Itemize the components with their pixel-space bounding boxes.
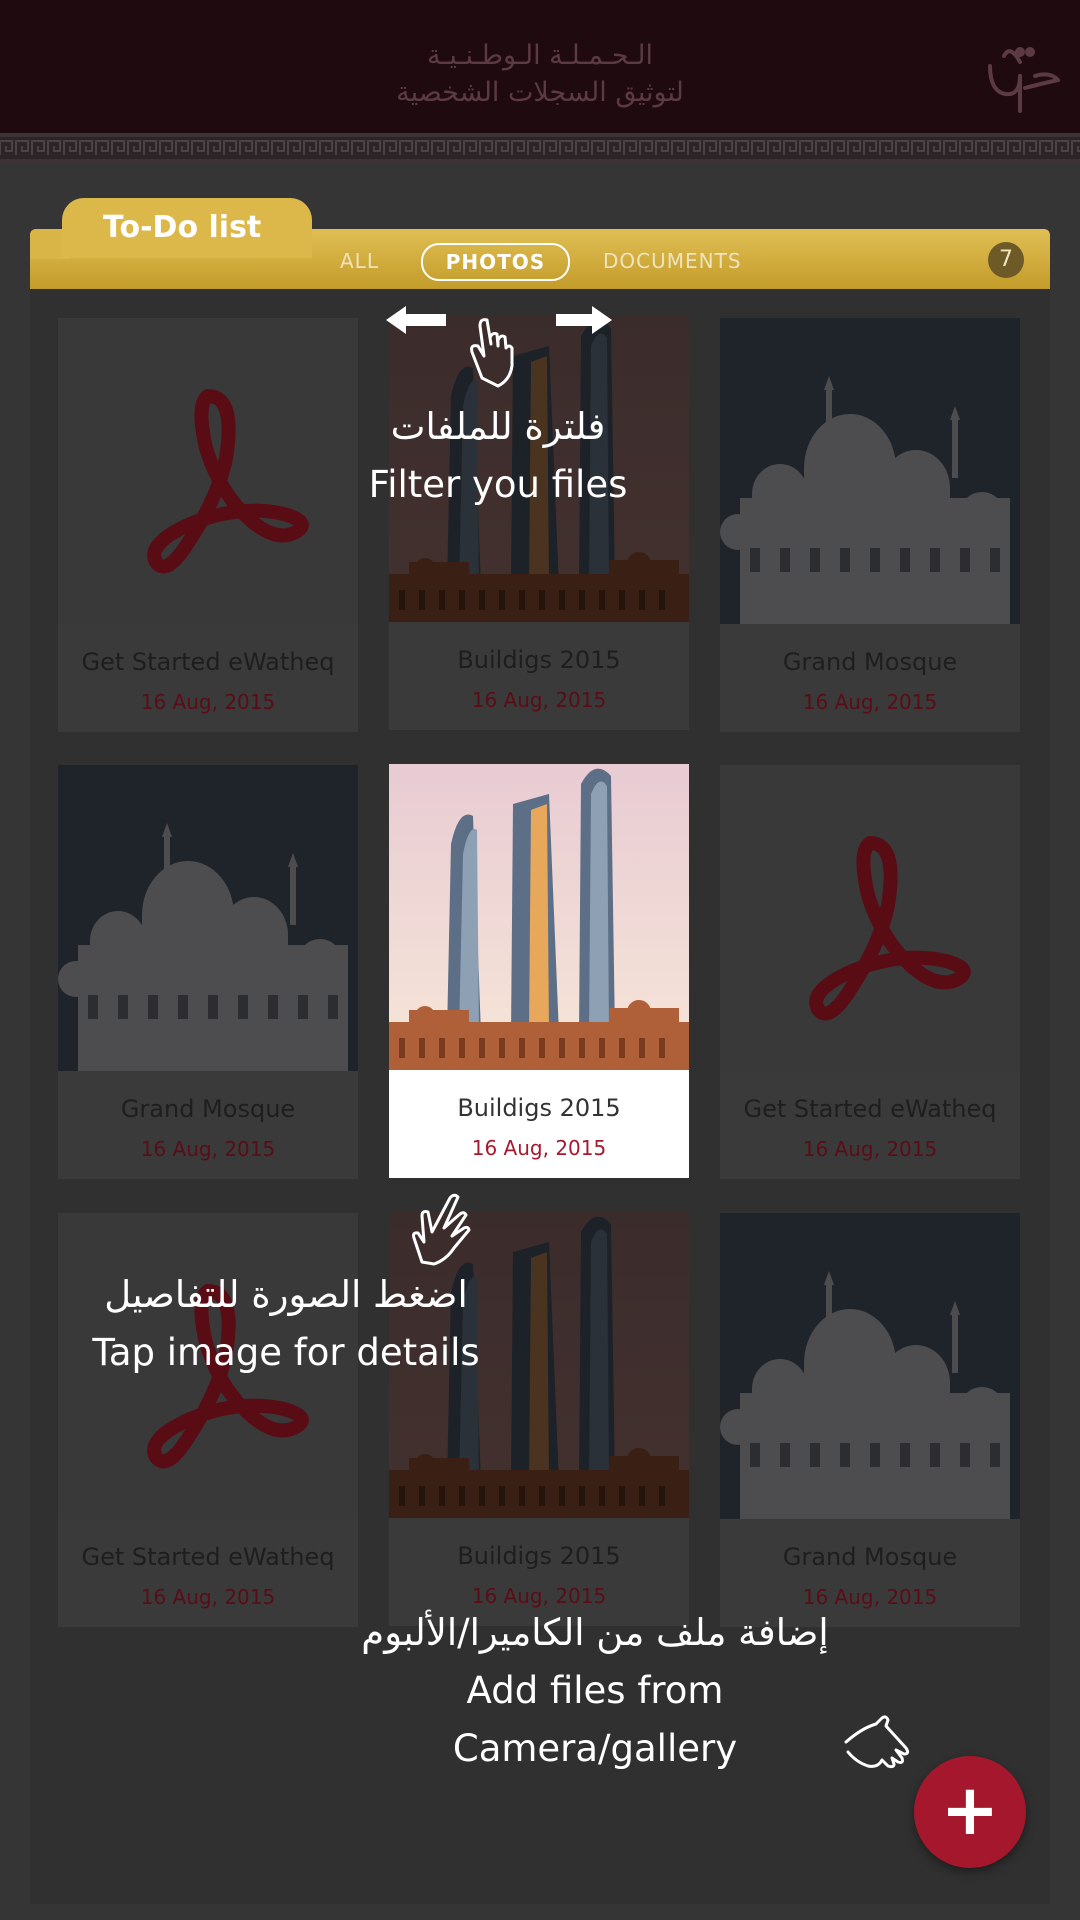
file-card[interactable]: Grand Mosque 16 Aug, 2015 xyxy=(720,1213,1020,1627)
photo-thumbnail xyxy=(389,764,689,1070)
card-thumbnail[interactable] xyxy=(58,318,358,624)
pdf-icon xyxy=(809,836,971,1021)
file-card[interactable]: Grand Mosque 16 Aug, 2015 xyxy=(720,318,1020,732)
add-file-button[interactable]: + xyxy=(914,1756,1026,1868)
card-date: 16 Aug, 2015 xyxy=(802,690,938,714)
header-pattern-border xyxy=(0,133,1080,163)
hint-tap-en: Tap image for details xyxy=(92,1331,480,1374)
card-title: Grand Mosque xyxy=(782,648,958,676)
file-card[interactable]: Buildigs 2015 16 Aug, 2015 xyxy=(389,764,689,1178)
filter-all[interactable]: ALL xyxy=(340,244,379,278)
pdf-icon xyxy=(147,389,309,574)
hint-tap: اضغط الصورة للتفاصيل Tap image for detai… xyxy=(86,1266,486,1382)
hint-tap-ar: اضغط الصورة للتفاصيل xyxy=(104,1273,468,1316)
swipe-arrows-icon xyxy=(386,306,612,388)
photo-thumbnail xyxy=(720,1213,1020,1519)
hint-add-ar: إضافة ملف من الكاميرا/الألبوم xyxy=(361,1611,829,1654)
card-title: Buildigs 2015 xyxy=(457,646,621,674)
card-date: 16 Aug, 2015 xyxy=(802,1137,938,1161)
hint-filter-en: Filter you files xyxy=(368,463,628,506)
card-title: Buildigs 2015 xyxy=(457,1094,621,1122)
card-thumbnail[interactable] xyxy=(720,765,1020,1071)
card-date: 16 Aug, 2015 xyxy=(471,1136,607,1160)
point-hand-icon xyxy=(844,1715,910,1769)
hint-filter-ar: فلترة للملفات xyxy=(390,405,606,448)
card-date: 16 Aug, 2015 xyxy=(140,1585,276,1609)
filter-photos[interactable]: PHOTOS xyxy=(421,243,570,281)
card-title: Get Started eWatheq xyxy=(743,1095,997,1123)
card-title: Grand Mosque xyxy=(120,1095,296,1123)
card-title: Get Started eWatheq xyxy=(81,1543,335,1571)
file-card[interactable]: Get Started eWatheq 16 Aug, 2015 xyxy=(58,318,358,732)
file-card[interactable]: Get Started eWatheq 16 Aug, 2015 xyxy=(720,765,1020,1179)
header-title-line1: الـحـمـلـة الـوطـنـيـة xyxy=(427,40,653,71)
card-thumbnail[interactable] xyxy=(720,1213,1020,1519)
card-thumbnail[interactable] xyxy=(389,764,689,1070)
card-title: Grand Mosque xyxy=(782,1543,958,1571)
filter-documents[interactable]: DOCUMENTS xyxy=(603,244,742,278)
todo-list-title: To-Do list xyxy=(103,210,262,245)
card-thumbnail[interactable] xyxy=(720,318,1020,624)
card-thumbnail[interactable] xyxy=(58,765,358,1071)
card-date: 16 Aug, 2015 xyxy=(140,690,276,714)
hint-add-en: Add files from Camera/gallery xyxy=(452,1669,738,1770)
count-badge: 7 xyxy=(988,242,1024,278)
app-logo xyxy=(988,47,1060,113)
header-title-line2: لتوثيق السجلات الشخصية xyxy=(396,77,684,108)
app-header: الـحـمـلـة الـوطـنـيـة لتوثيق السجلات ال… xyxy=(0,0,1080,133)
photo-thumbnail xyxy=(58,765,358,1071)
tap-hand-icon xyxy=(412,1193,471,1266)
file-card[interactable]: Grand Mosque 16 Aug, 2015 xyxy=(58,765,358,1179)
plus-icon: + xyxy=(940,1769,1000,1851)
photo-thumbnail xyxy=(720,318,1020,624)
card-date: 16 Aug, 2015 xyxy=(140,1137,276,1161)
card-title: Buildigs 2015 xyxy=(457,1542,621,1570)
hint-add: إضافة ملف من الكاميرا/الألبوم Add files … xyxy=(320,1604,870,1778)
hint-filter: فلترة للملفات Filter you files xyxy=(330,398,666,514)
card-date: 16 Aug, 2015 xyxy=(471,688,607,712)
card-title: Get Started eWatheq xyxy=(81,648,335,676)
